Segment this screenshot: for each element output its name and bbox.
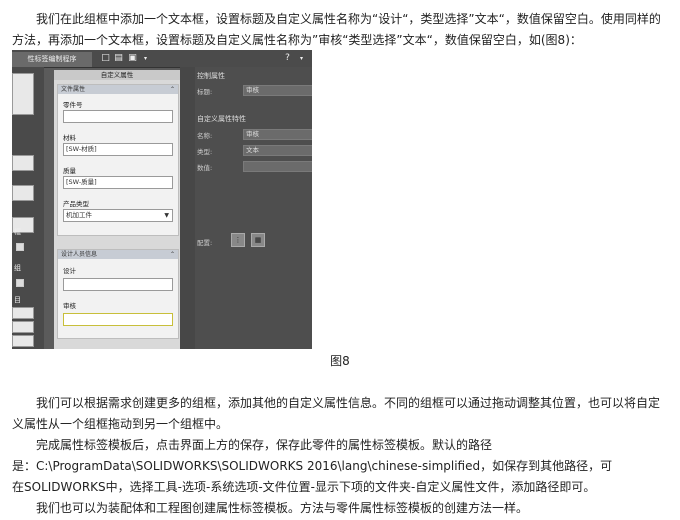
group-box-designer-info[interactable]: 设计人员信息 ⌃ 设计 审核 [57,249,179,339]
field-label-product-type: 产品类型 [63,200,89,208]
type-label: 类型: [197,148,213,156]
paragraph-options: 在SOLIDWORKS中，选择工具-选项-系统选项-文件位置-显示下项的文件夹-… [12,480,596,494]
field-label-material: 材料 [63,134,76,142]
open-folder-icon: ▤ [114,53,123,63]
title-label: 标题: [197,88,213,96]
group-box-file-properties[interactable]: 文件属性 ⌃ 零件号 材料 [SW-材质] 质量 [SW-质量] 产品类型 机加工… [57,84,179,236]
palette-label: 组 [14,264,21,272]
palette-label: 框 [14,228,21,236]
form-title: 自定义属性 [54,70,180,80]
value-label: 数值: [197,164,213,172]
material-field[interactable]: [SW-材质] [63,143,173,156]
custom-property-form: 自定义属性 文件属性 ⌃ 零件号 材料 [SW-材质] 质量 [SW-质量] 产品… [54,70,180,349]
palette-item [12,155,34,171]
property-tab-builder-screenshot: 性标签编制程序 □ ▤ ▣ ▾ ? ▾ 框 组 目 自定义属性 文件属性 ⌃ 零件… [12,50,312,349]
type-select[interactable]: 文本 [243,145,312,156]
palette-label: 目 [14,296,21,304]
config-list-icon[interactable]: ⋮ [231,233,245,247]
title-input[interactable]: 审核 [243,85,312,96]
collapse-icon[interactable]: ⌃ [170,85,175,94]
checkbox-icon [16,243,24,251]
palette-item [12,185,34,201]
paragraph-path: 是：C:\ProgramData\SOLIDWORKS\SOLIDWORKS 2… [12,459,613,473]
field-label-design: 设计 [63,267,76,275]
toolbar: 性标签编制程序 □ ▤ ▣ ▾ ? ▾ [12,50,312,68]
field-label-part-number: 零件号 [63,101,83,109]
new-file-icon: □ [101,53,110,63]
product-type-select[interactable]: 机加工件 ▼ [63,209,173,222]
palette-item [12,321,34,333]
chevron-down-icon: ▼ [164,212,169,219]
paragraph-assembly: 我们也可以为装配体和工程图创建属性标签模板。方法与零件属性标签模板的创建方法一样… [36,501,529,515]
field-label-review: 审核 [63,302,76,310]
config-grid-icon[interactable]: ▦ [251,233,265,247]
design-field[interactable] [63,278,173,291]
intro-paragraph: 我们在此组框中添加一个文本框，设置标题及自定义属性名称为“设计“，类型选择”文本… [12,12,661,47]
value-input[interactable] [243,161,312,172]
part-number-field[interactable] [63,110,173,123]
chevron-down-icon: ▾ [143,55,147,62]
figure-caption: 图8 [330,354,350,368]
collapse-icon[interactable]: ⌃ [170,250,175,259]
palette-item [12,307,34,319]
menu-icon: ▾ [299,55,303,62]
control-palette: 框 组 目 [12,67,44,349]
palette-item [12,73,34,115]
radio-icon [16,279,24,287]
review-field[interactable] [63,313,173,326]
config-label: 配置: [197,239,213,247]
name-input[interactable]: 审核 [243,129,312,140]
mass-field[interactable]: [SW-质量] [63,176,173,189]
palette-item [12,335,34,347]
divider [180,67,195,349]
name-label: 名称: [197,132,213,140]
help-icon: ? [285,53,290,63]
paragraph-save: 完成属性标签模板后，点击界面上方的保存，保存此零件的属性标签模板。默认的路径 [36,438,493,452]
product-type-value: 机加工件 [66,211,92,219]
section-custom-property-attributes: 自定义属性特性 [197,115,246,123]
paragraph-groups: 我们可以根据需求创建更多的组框，添加其他的自定义属性信息。不同的组框可以通过拖动… [12,396,661,431]
group-title: 文件属性 [61,86,86,93]
app-tab: 性标签编制程序 [12,52,92,67]
group-title: 设计人员信息 [61,251,98,258]
section-control-attributes: 控制属性 [197,72,225,80]
save-icon: ▣ [128,53,137,63]
property-panel: 控制属性 标题: 审核 自定义属性特性 名称: 审核 类型: 文本 数值: 配置… [195,67,312,349]
field-label-mass: 质量 [63,167,76,175]
